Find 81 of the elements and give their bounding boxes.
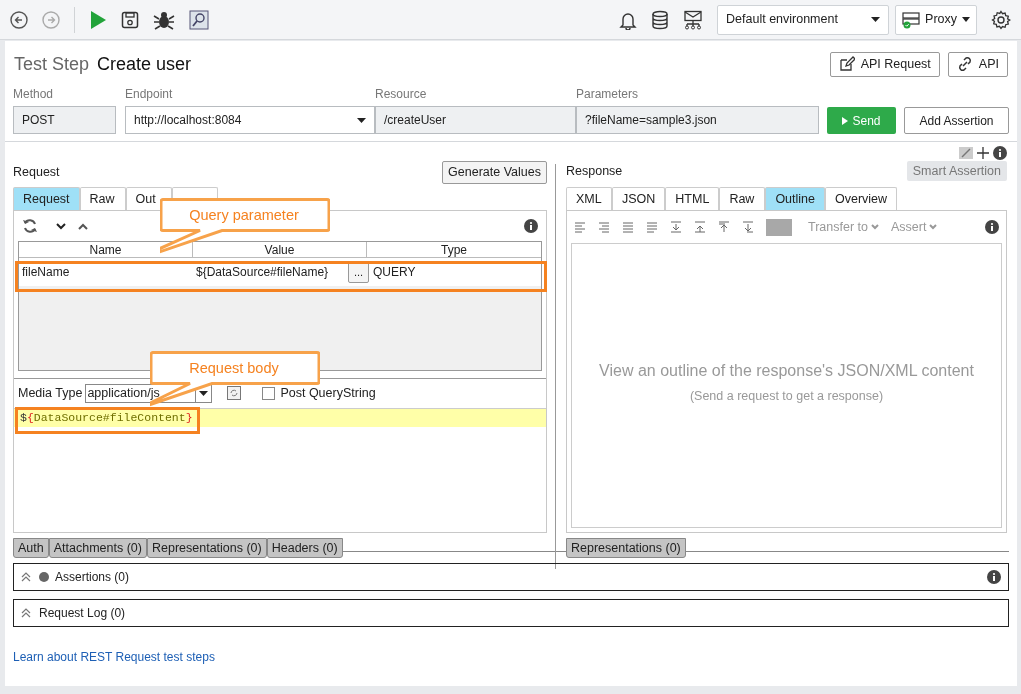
tab[interactable]: Outline xyxy=(765,187,825,210)
collapse-icon[interactable] xyxy=(742,221,754,233)
empty-message: View an outline of the response's JSON/XML content xyxy=(599,361,974,382)
help-link[interactable]: Learn about REST Request test steps xyxy=(13,648,215,666)
database-icon[interactable] xyxy=(651,9,670,30)
status-dot-icon xyxy=(39,572,49,582)
info-icon[interactable] xyxy=(985,220,999,234)
expand-icon[interactable] xyxy=(670,221,682,233)
save-icon[interactable] xyxy=(121,10,139,29)
play-icon xyxy=(842,116,849,125)
table-cell-text: ${DataSource#fileName} xyxy=(196,264,329,281)
bottom-tab[interactable]: Auth xyxy=(13,538,49,558)
tab[interactable]: HTML xyxy=(665,187,720,210)
server-icon xyxy=(902,10,921,29)
input-field[interactable]: POST xyxy=(13,106,116,134)
bottom-tab[interactable]: Attachments (0) xyxy=(48,538,147,558)
field-label: Resource xyxy=(375,86,428,101)
edit-icon xyxy=(838,56,855,72)
collapsible-section[interactable]: Assertions (0) xyxy=(13,563,1009,591)
tab[interactable]: Raw xyxy=(719,187,766,210)
panel-title: Request xyxy=(13,163,60,181)
smart-assertion-button[interactable]: Smart Assertion xyxy=(906,161,1007,181)
checkbox-label: Post QueryString xyxy=(280,384,376,402)
forward-icon xyxy=(42,10,60,29)
test-step-label: Test Step xyxy=(14,52,90,76)
column-header: Type xyxy=(440,242,468,257)
chevron-down-icon xyxy=(871,224,879,230)
tab[interactable]: Request xyxy=(13,187,80,210)
link-icon xyxy=(956,56,973,72)
expand-icon[interactable] xyxy=(718,221,730,233)
inspect-icon[interactable] xyxy=(189,9,209,30)
bug-icon[interactable] xyxy=(153,9,175,30)
chevron-up-icon[interactable] xyxy=(78,222,88,230)
format-icon[interactable] xyxy=(227,386,242,400)
refresh-icon[interactable] xyxy=(22,218,38,234)
bottom-tab[interactable]: Headers (0) xyxy=(266,538,343,558)
header-button[interactable]: API Request xyxy=(829,51,940,77)
table-cell-text: QUERY xyxy=(372,264,417,281)
input-field[interactable]: /createUser xyxy=(375,106,576,134)
settings-icon[interactable] xyxy=(991,9,1011,30)
tab[interactable]: Raw xyxy=(79,187,126,210)
collapse-icon[interactable] xyxy=(694,221,706,233)
media-type-label: Media Type xyxy=(18,384,83,402)
header-button[interactable]: API xyxy=(947,51,1008,77)
field-label: Method xyxy=(13,86,55,101)
network-mail-icon[interactable] xyxy=(683,9,704,30)
info-icon[interactable] xyxy=(524,219,538,233)
input-field[interactable]: ?fileName=sample3.json xyxy=(576,106,819,134)
caret-icon xyxy=(962,17,970,22)
bottom-tab[interactable]: Representations (0) xyxy=(566,538,686,558)
collapsible-section[interactable]: Request Log (0) xyxy=(13,599,1009,627)
double-chevron-up-icon xyxy=(21,572,31,582)
environment-dropdown[interactable]: Default environment xyxy=(717,4,890,35)
table-cell-text: fileName xyxy=(21,264,71,281)
callout-text: Query parameter xyxy=(188,206,300,225)
checkbox[interactable] xyxy=(262,386,276,400)
add-assertion-button[interactable]: Add Assertion xyxy=(904,107,1009,134)
caret-icon xyxy=(199,390,209,396)
field-label: Endpoint xyxy=(125,86,174,101)
info-icon xyxy=(987,570,1001,584)
tab[interactable]: XML xyxy=(566,187,612,210)
back-icon[interactable] xyxy=(10,10,28,29)
double-chevron-up-icon xyxy=(21,608,31,618)
proxy-button[interactable]: Proxy xyxy=(895,4,977,35)
tab[interactable]: JSON xyxy=(612,187,666,210)
info-icon[interactable] xyxy=(993,146,1007,160)
endpoint-dropdown[interactable]: http://localhost:8084 xyxy=(125,106,375,134)
chevron-down-icon xyxy=(929,224,938,230)
empty-hint: (Send a request to get a response) xyxy=(689,388,884,406)
panel-title: Response xyxy=(566,162,623,180)
bottom-tab[interactable]: Representations (0) xyxy=(146,538,267,558)
field-label: Parameters xyxy=(576,86,640,101)
caret-icon xyxy=(871,17,881,22)
test-step-name: Create user xyxy=(97,52,192,76)
generate-values-button[interactable]: Generate Values xyxy=(442,160,547,184)
plus-icon[interactable] xyxy=(977,147,989,159)
callout-text: Request body xyxy=(188,359,280,378)
tab[interactable]: Overview xyxy=(825,187,898,210)
chevron-down-icon[interactable] xyxy=(56,222,66,230)
play-icon[interactable] xyxy=(89,9,107,30)
caret-icon xyxy=(357,117,366,123)
